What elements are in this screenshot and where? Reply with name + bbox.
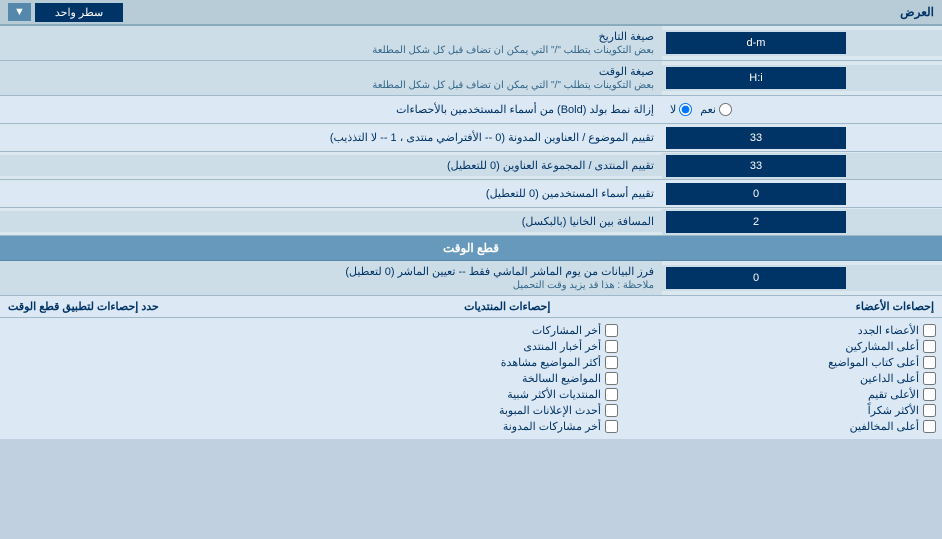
- time-format-row: صيغة الوقت بعض التكوينات يتطلب "/" التي …: [0, 61, 942, 96]
- display-mode-button[interactable]: سطر واحد: [35, 3, 123, 22]
- cb-old-topics-input[interactable]: [605, 372, 618, 385]
- cutoff-input[interactable]: [666, 267, 846, 289]
- cb-old-topics[interactable]: المواضيع السالخة: [312, 372, 618, 385]
- header-right-label: العرض: [900, 5, 934, 19]
- user-sort-row: تقييم أسماء المستخدمين (0 للتعطيل): [0, 180, 942, 208]
- cb-recent-ads-input[interactable]: [605, 404, 618, 417]
- checkboxes-header-row: إحصاءات الأعضاء إحصاءات المنتديات حدد إح…: [0, 296, 942, 318]
- checkboxes-right-space: [0, 322, 306, 435]
- topic-sort-input[interactable]: [666, 127, 846, 149]
- topic-sort-label: تقييم الموضوع / العناوين المدونة (0 -- ا…: [0, 127, 662, 148]
- cb-forum-news-input[interactable]: [605, 340, 618, 353]
- cb-most-viewed[interactable]: أكثر المواضيع مشاهدة: [312, 356, 618, 369]
- cutoff-row: فرز البيانات من يوم الماشر الماشي فقط --…: [0, 261, 942, 296]
- cb-new-members-input[interactable]: [923, 324, 936, 337]
- topic-sort-input-area: [662, 125, 942, 151]
- cb-most-viewed-input[interactable]: [605, 356, 618, 369]
- cb-top-rated-input[interactable]: [923, 388, 936, 401]
- main-container: العرض سطر واحد ▼ صيغة التاريخ بعض التكوي…: [0, 0, 942, 439]
- date-format-input-area: [662, 30, 942, 56]
- remove-bold-radio-area: نعم لا: [662, 101, 942, 118]
- topic-sort-row: تقييم الموضوع / العناوين المدونة (0 -- ا…: [0, 124, 942, 152]
- radio-no-input[interactable]: [679, 103, 692, 116]
- remove-bold-label: إزالة نمط بولد (Bold) من أسماء المستخدمي…: [0, 99, 662, 120]
- header-controls: سطر واحد ▼: [8, 3, 123, 22]
- cb-top-thanks[interactable]: الأكثر شكراً: [630, 404, 936, 417]
- cb-top-writers-input[interactable]: [923, 356, 936, 369]
- cutoff-label: فرز البيانات من يوم الماشر الماشي فقط --…: [0, 261, 662, 295]
- time-format-label: صيغة الوقت بعض التكوينات يتطلب "/" التي …: [0, 61, 662, 95]
- user-sort-label: تقييم أسماء المستخدمين (0 للتعطيل): [0, 183, 662, 204]
- cutoff-input-area: [662, 265, 942, 291]
- cb-top-posters[interactable]: أعلى المشاركين: [630, 340, 936, 353]
- checkboxes-right-label: حدد إحصاءات لتطبيق قطع الوقت: [8, 300, 159, 313]
- cb-top-posts-input[interactable]: [923, 372, 936, 385]
- user-sort-input-area: [662, 181, 942, 207]
- date-format-label: صيغة التاريخ بعض التكوينات يتطلب "/" الت…: [0, 26, 662, 60]
- forum-stats-col: أخر المشاركات أخر أخبار المنتدى أكثر الم…: [306, 322, 624, 435]
- time-format-input[interactable]: [666, 67, 846, 89]
- radio-yes-input[interactable]: [719, 103, 732, 116]
- forum-sort-row: تقييم المنتدى / المجموعة العناوين (0 للت…: [0, 152, 942, 180]
- cb-similar-input[interactable]: [605, 388, 618, 401]
- checkboxes-col2-header: إحصاءات المنتديات: [464, 300, 550, 313]
- radio-yes[interactable]: نعم: [700, 103, 732, 116]
- cb-forum-contributions[interactable]: أخر مشاركات المدونة: [312, 420, 618, 433]
- gap-label: المسافة بين الخانيا (بالبكسل): [0, 211, 662, 232]
- forum-sort-label: تقييم المنتدى / المجموعة العناوين (0 للت…: [0, 155, 662, 176]
- forum-sort-input-area: [662, 153, 942, 179]
- radio-no[interactable]: لا: [670, 103, 692, 116]
- time-format-input-area: [662, 65, 942, 91]
- cb-top-posts[interactable]: أعلى الداعين: [630, 372, 936, 385]
- cb-top-rated[interactable]: الأعلى تقيم: [630, 388, 936, 401]
- cb-forum-contributions-input[interactable]: [605, 420, 618, 433]
- gap-input[interactable]: [666, 211, 846, 233]
- cb-shares-input[interactable]: [605, 324, 618, 337]
- cb-top-thanks-input[interactable]: [923, 404, 936, 417]
- cb-top-posters-input[interactable]: [923, 340, 936, 353]
- date-format-input[interactable]: [666, 32, 846, 54]
- cb-similar[interactable]: المنتديات الأكثر شبية: [312, 388, 618, 401]
- dropdown-arrow-button[interactable]: ▼: [8, 3, 31, 21]
- cb-recent-ads[interactable]: أحدث الإعلانات المبوبة: [312, 404, 618, 417]
- date-format-row: صيغة التاريخ بعض التكوينات يتطلب "/" الت…: [0, 26, 942, 61]
- member-stats-col: الأعضاء الجدد أعلى المشاركين أعلى كتاب ا…: [624, 322, 942, 435]
- checkboxes-columns: الأعضاء الجدد أعلى المشاركين أعلى كتاب ا…: [0, 318, 942, 439]
- gap-input-area: [662, 209, 942, 235]
- forum-sort-input[interactable]: [666, 155, 846, 177]
- cb-new-members[interactable]: الأعضاء الجدد: [630, 324, 936, 337]
- remove-bold-row: نعم لا إزالة نمط بولد (Bold) من أسماء ال…: [0, 96, 942, 124]
- cb-shares[interactable]: أخر المشاركات: [312, 324, 618, 337]
- header-row: العرض سطر واحد ▼: [0, 0, 942, 26]
- cb-top-referrers-input[interactable]: [923, 420, 936, 433]
- gap-row: المسافة بين الخانيا (بالبكسل): [0, 208, 942, 236]
- cb-top-referrers[interactable]: أعلى المخالفين: [630, 420, 936, 433]
- user-sort-input[interactable]: [666, 183, 846, 205]
- cutoff-section-header: قطع الوقت: [0, 236, 942, 261]
- cb-forum-news[interactable]: أخر أخبار المنتدى: [312, 340, 618, 353]
- checkboxes-col1-header: إحصاءات الأعضاء: [856, 300, 934, 313]
- cb-top-writers[interactable]: أعلى كتاب المواضيع: [630, 356, 936, 369]
